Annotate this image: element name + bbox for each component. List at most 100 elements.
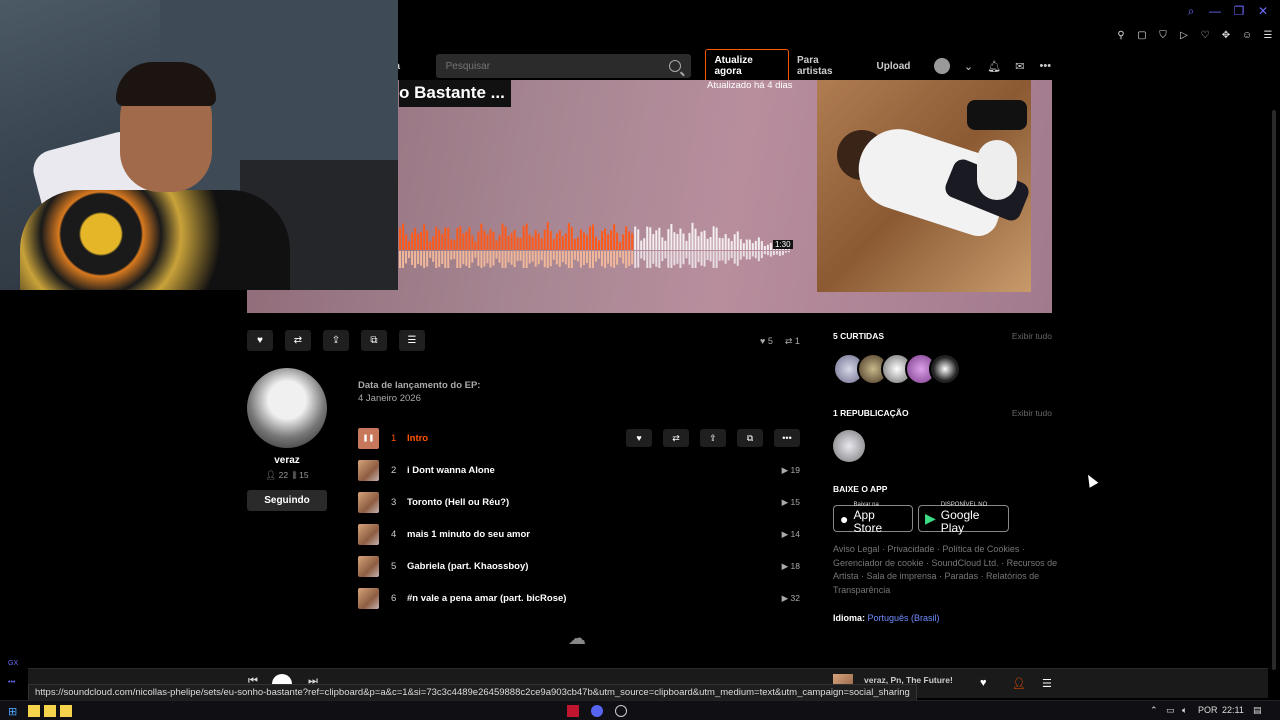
- repost-button[interactable]: ⇄: [285, 330, 311, 351]
- waveform-bar: [751, 243, 754, 250]
- repost-button[interactable]: ⇄: [663, 429, 689, 447]
- app-store-button[interactable]: ● Baixar na App Store: [833, 502, 913, 535]
- for-artists-link[interactable]: Para artistas: [797, 55, 855, 77]
- pin-icon[interactable]: ⚲: [1115, 30, 1127, 42]
- artist-avatar[interactable]: [247, 368, 327, 448]
- avatar[interactable]: [934, 58, 950, 74]
- playlist-actions: ♥ ⇄ ⇪ ⧉ ☰: [247, 330, 425, 351]
- waveform-reflection-bar: [601, 251, 604, 267]
- clock[interactable]: 22:11: [1222, 705, 1244, 715]
- language-value[interactable]: Português (Brasil): [868, 613, 940, 623]
- mail-icon[interactable]: ✉: [1013, 60, 1026, 73]
- search-input[interactable]: [445, 60, 646, 72]
- close-icon[interactable]: ✕: [1256, 4, 1270, 18]
- more-button[interactable]: •••: [774, 429, 800, 447]
- following-button[interactable]: Seguindo: [247, 490, 327, 511]
- waveform-reflection-bar: [751, 251, 754, 257]
- track-row[interactable]: 5 Gabriela (part. Khaossboy) ▶ 18: [358, 550, 804, 582]
- opera-gx-icon[interactable]: [567, 705, 579, 717]
- scrollbar[interactable]: [1272, 110, 1276, 670]
- share-button[interactable]: ⇪: [700, 429, 726, 447]
- play-count: ▶ 32: [781, 592, 800, 603]
- windows-start-icon[interactable]: ⊞: [8, 705, 20, 718]
- shield-icon[interactable]: ⛉: [1157, 30, 1169, 42]
- tray-chevron-icon[interactable]: ⌃: [1150, 705, 1158, 716]
- network-icon[interactable]: ▭: [1166, 705, 1175, 716]
- minimize-icon[interactable]: —: [1208, 4, 1222, 18]
- track-title[interactable]: mais 1 minuto do seu amor: [407, 529, 530, 540]
- profile-icon[interactable]: ☺: [1241, 30, 1253, 42]
- waveform[interactable]: [399, 212, 791, 268]
- track-title[interactable]: Toronto (Hell ou Réu?): [407, 497, 509, 508]
- waveform-reflection-bar: [637, 251, 640, 268]
- track-thumbnail[interactable]: [358, 587, 379, 609]
- upload-link[interactable]: Upload: [877, 61, 911, 72]
- track-row[interactable]: 1 Intro ♥ ⇄ ⇪ ⧉ •••: [358, 422, 804, 454]
- notification-icon[interactable]: ▤: [1253, 705, 1262, 716]
- bell-icon[interactable]: 🔔︎: [987, 60, 1001, 73]
- chevron-down-icon[interactable]: ⌄: [962, 60, 975, 73]
- track-row[interactable]: 3 Toronto (Hell ou Réu?) ▶ 15: [358, 486, 804, 518]
- like-button[interactable]: ♥: [626, 429, 652, 447]
- search-icon[interactable]: [669, 60, 682, 72]
- search-icon[interactable]: ⌕: [1184, 4, 1198, 18]
- search-box[interactable]: [435, 54, 692, 78]
- waveform-bar: [769, 242, 772, 250]
- screenshot-icon[interactable]: ▢: [1136, 30, 1148, 42]
- folder-icon[interactable]: [60, 705, 72, 717]
- waveform-bar: [685, 240, 688, 250]
- language-indicator[interactable]: POR: [1198, 705, 1218, 715]
- track-row[interactable]: 4 mais 1 minuto do seu amor ▶ 14: [358, 518, 804, 550]
- queue-icon[interactable]: ☰: [1042, 677, 1052, 690]
- sticky-note-icon[interactable]: [28, 705, 40, 717]
- copy-link-button[interactable]: ⧉: [361, 330, 387, 351]
- more-icon[interactable]: •••: [1039, 60, 1052, 72]
- track-title[interactable]: Gabriela (part. Khaossboy): [407, 561, 528, 572]
- waveform-bar: [399, 228, 402, 250]
- track-title[interactable]: i Dont wanna Alone: [407, 465, 495, 476]
- menu-icon[interactable]: ☰: [1262, 30, 1274, 42]
- add-to-next-button[interactable]: ☰: [399, 330, 425, 351]
- avatar[interactable]: [929, 353, 961, 385]
- language-selector[interactable]: Idioma: Português (Brasil): [833, 613, 940, 623]
- restore-icon[interactable]: ❐: [1232, 4, 1246, 18]
- track-thumbnail[interactable]: [358, 523, 379, 545]
- gx-icon[interactable]: GX: [8, 660, 28, 667]
- waveform-reflection-bar: [555, 251, 558, 265]
- copy-link-button[interactable]: ⧉: [737, 429, 763, 447]
- follow-icon[interactable]: 👤︎: [1012, 677, 1026, 690]
- waveform-bar: [661, 237, 664, 250]
- extensions-icon[interactable]: ✥: [1220, 30, 1232, 42]
- like-button[interactable]: ♥: [247, 330, 273, 351]
- track-title[interactable]: #n vale a pena amar (part. bicRose): [407, 593, 566, 604]
- track-thumbnail[interactable]: [358, 555, 379, 577]
- play-icon[interactable]: ▷: [1178, 30, 1190, 42]
- more-icon[interactable]: •••: [8, 679, 28, 686]
- pause-icon[interactable]: [358, 427, 379, 449]
- track-thumbnail[interactable]: [358, 459, 379, 481]
- waveform-bar: [694, 228, 697, 250]
- volume-icon[interactable]: 🔈︎: [1182, 705, 1187, 716]
- artist-name[interactable]: veraz: [247, 455, 327, 466]
- waveform-reflection-bar: [489, 251, 492, 268]
- track-row[interactable]: 2 i Dont wanna Alone ▶ 19: [358, 454, 804, 486]
- see-all-likes-link[interactable]: Exibir tudo: [1012, 331, 1052, 341]
- track-row[interactable]: 6 #n vale a pena amar (part. bicRose) ▶ …: [358, 582, 804, 614]
- footer-links[interactable]: Aviso Legal · Privacidade · Política de …: [833, 543, 1058, 597]
- discord-icon[interactable]: [591, 705, 603, 717]
- upgrade-button[interactable]: Atualize agora: [705, 49, 789, 83]
- see-all-reposts-link[interactable]: Exibir tudo: [1012, 408, 1052, 418]
- google-play-icon: ▶: [925, 510, 936, 526]
- app-icon[interactable]: [615, 705, 627, 717]
- share-button[interactable]: ⇪: [323, 330, 349, 351]
- track-thumbnail[interactable]: [358, 491, 379, 513]
- track-title[interactable]: Intro: [407, 433, 428, 444]
- app-store-big: App Store: [853, 508, 883, 535]
- folder-icon[interactable]: [44, 705, 56, 717]
- avatar[interactable]: [833, 430, 865, 462]
- waveform-reflection-bar: [501, 251, 504, 268]
- waveform-bar: [673, 232, 676, 250]
- google-play-button[interactable]: ▶ DISPONÍVEL NO Google Play: [918, 502, 1009, 535]
- heart-icon[interactable]: ♥: [980, 677, 987, 689]
- heart-icon[interactable]: ♡: [1199, 30, 1211, 42]
